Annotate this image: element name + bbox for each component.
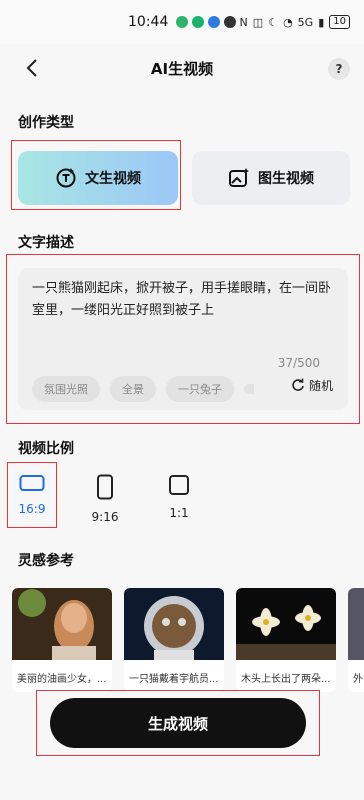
moon-icon: ☾	[268, 15, 279, 29]
section-title-creation-type: 创作类型	[18, 115, 74, 131]
random-label: 随机	[308, 378, 333, 393]
type-label: 图生视频	[258, 171, 314, 187]
random-button[interactable]: 随机	[276, 368, 348, 402]
back-button[interactable]	[18, 54, 46, 82]
portrait-ratio-icon	[97, 474, 113, 500]
chip[interactable]: 氛围光照	[32, 376, 100, 402]
inspiration-card[interactable]: 一只猫戴着宇航员...	[124, 588, 224, 692]
ratio-label: 9:16	[91, 510, 119, 524]
ratio-label: 1:1	[169, 506, 189, 520]
generate-video-button[interactable]: 生成视频	[50, 698, 306, 748]
status-icons: N ◫ ☾ ◔ 5G ▮ 10	[240, 15, 350, 29]
app-icon	[208, 16, 221, 28]
flowers-on-wood-image	[236, 588, 336, 660]
mute-icon: ◫	[252, 15, 264, 29]
preview-image	[348, 588, 364, 660]
section-title-inspiration: 灵感参考	[18, 553, 74, 569]
description-input[interactable]: 一只熊猫刚起床，掀开被子，用手搓眼睛，在一间卧室里，一缕阳光正好照到被子上 37…	[18, 268, 348, 410]
section-title-description: 文字描述	[18, 235, 74, 251]
chevron-left-icon	[26, 59, 37, 77]
ratio-label: 16:9	[18, 502, 46, 516]
inspiration-card[interactable]: 美丽的油画少女，...	[12, 588, 112, 692]
square-ratio-icon	[169, 475, 189, 495]
help-button[interactable]: ?	[328, 58, 350, 80]
page-title: AI生视频	[150, 59, 214, 78]
type-text-to-video[interactable]: 文生视频	[18, 151, 178, 205]
inspiration-caption: 一只猫戴着宇航员...	[129, 674, 219, 685]
section-title-ratio: 视频比例	[18, 441, 74, 457]
ratio-1-1[interactable]: 1:1	[154, 474, 204, 520]
wifi-icon: ◔	[283, 15, 293, 29]
astronaut-cat-image	[124, 588, 224, 660]
chip[interactable]	[244, 384, 254, 394]
app-icon	[224, 16, 237, 28]
app-icon	[192, 16, 205, 28]
nfc-icon: N	[239, 15, 248, 29]
inspiration-caption: 美丽的油画少女，...	[17, 674, 107, 685]
suggestion-chips: 氛围光照 全景 一只兔子	[32, 376, 254, 402]
type-image-to-video[interactable]: 图生视频	[192, 151, 350, 205]
battery-icon: 10	[329, 15, 350, 29]
inspiration-caption: 外	[353, 674, 363, 685]
header: AI生视频 ?	[0, 48, 364, 88]
signal-icon: ▮	[318, 15, 325, 29]
image-add-icon	[229, 168, 249, 187]
ratio-9-16[interactable]: 9:16	[80, 474, 130, 524]
ratio-16-9[interactable]: 16:9	[7, 474, 57, 516]
chip[interactable]: 一只兔子	[166, 376, 234, 402]
refresh-icon	[292, 378, 304, 391]
text-t-icon	[56, 168, 76, 188]
description-text[interactable]: 一只熊猫刚起床，掀开被子，用手搓眼睛，在一间卧室里，一缕阳光正好照到被子上	[32, 278, 334, 322]
status-time: 10:44	[128, 14, 169, 30]
portrait-painting-image	[12, 588, 112, 660]
type-label: 文生视频	[85, 171, 141, 187]
status-bar: 10:44 N ◫ ☾ ◔ 5G ▮ 10	[0, 0, 364, 44]
inspiration-caption: 木头上长出了两朵...	[241, 674, 331, 685]
network-label: 5G	[297, 15, 314, 29]
app-icon	[176, 16, 189, 28]
chip[interactable]: 全景	[110, 376, 156, 402]
inspiration-card[interactable]: 木头上长出了两朵...	[236, 588, 336, 692]
landscape-ratio-icon	[19, 475, 45, 491]
inspiration-card[interactable]: 外	[348, 588, 364, 692]
